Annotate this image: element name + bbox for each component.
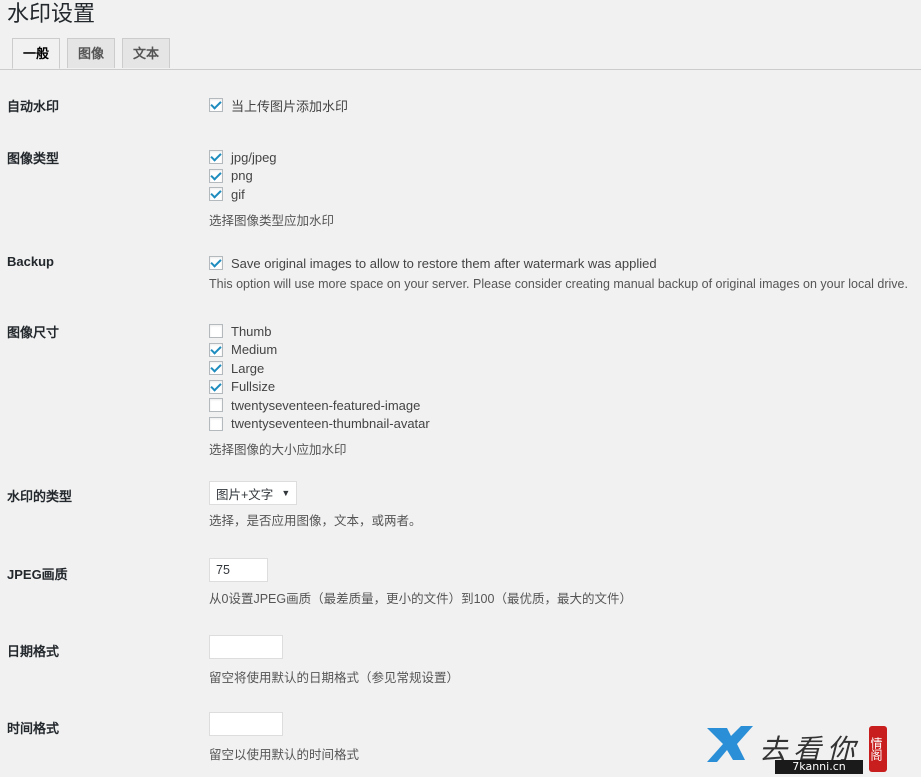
image-size-thumb-checkbox[interactable]	[209, 324, 223, 339]
backup-checkbox[interactable]	[209, 256, 223, 271]
image-size-option[interactable]: Thumb	[209, 322, 430, 341]
image-sizes-description: 选择图像的大小应加水印	[209, 443, 347, 457]
image-size-medium-checkbox[interactable]	[209, 342, 223, 357]
image-type-png-checkbox[interactable]	[209, 168, 223, 183]
backup-description: This option will use more space on your …	[209, 276, 908, 291]
watermark-type-description: 选择，是否应用图像，文本，或两者。	[209, 514, 422, 528]
jpeg-quality-description: 从0设置JPEG画质（最差质量，更小的文件）到100（最优质，最大的文件）	[209, 592, 632, 606]
image-type-option[interactable]: png	[209, 167, 334, 186]
tab-general[interactable]: 一般	[12, 38, 61, 69]
tab-image[interactable]: 图像	[67, 38, 116, 68]
image-size-option-label: Large	[231, 360, 265, 376]
image-size-option-label: twentyseventeen-featured-image	[231, 397, 421, 413]
image-size-featured-checkbox[interactable]	[209, 398, 223, 413]
date-format-label: 日期格式	[7, 644, 60, 659]
date-format-input[interactable]	[209, 635, 283, 659]
image-type-option-label: gif	[231, 186, 245, 202]
image-size-option[interactable]: Medium	[209, 341, 430, 360]
logo-url: 7kanni.cn	[775, 760, 863, 774]
backup-option-label: Save original images to allow to restore…	[231, 255, 657, 271]
watermark-type-field: 图片+文字 ▼ 选择，是否应用图像，文本，或两者。	[209, 481, 422, 529]
dropdown-arrow-icon: ▼	[281, 488, 291, 498]
jpeg-quality-label: JPEG画质	[7, 567, 68, 582]
auto-watermark-option-label: 当上传图片添加水印	[231, 98, 349, 114]
auto-watermark-label: 自动水印	[7, 99, 60, 114]
image-type-option[interactable]: jpg/jpeg	[209, 148, 334, 167]
image-type-option[interactable]: gif	[209, 185, 334, 204]
auto-watermark-option[interactable]: 当上传图片添加水印	[209, 96, 348, 115]
watermark-type-select[interactable]: 图片+文字 ▼	[209, 481, 298, 505]
site-watermark-logo: 去看你 7kanni.cn 情阁	[705, 724, 895, 774]
backup-field: Save original images to allow to restore…	[209, 254, 908, 291]
image-size-option[interactable]: twentyseventeen-featured-image	[209, 396, 430, 415]
jpeg-quality-field: 75 从0设置JPEG画质（最差质量，更小的文件）到100（最优质，最大的文件）	[209, 558, 632, 607]
watermark-type-selected: 图片+文字	[216, 487, 274, 502]
image-size-option-label: Fullsize	[231, 379, 276, 395]
image-size-avatar-checkbox[interactable]	[209, 416, 223, 431]
backup-label: Backup	[7, 254, 54, 269]
time-format-description: 留空以使用默认的时间格式	[209, 748, 360, 762]
date-format-field: 留空将使用默认的日期格式（参见常规设置）	[209, 635, 459, 686]
image-size-option[interactable]: Fullsize	[209, 378, 430, 397]
image-size-option[interactable]: Large	[209, 359, 430, 378]
date-format-description: 留空将使用默认的日期格式（参见常规设置）	[209, 671, 460, 685]
logo-stamp: 情阁	[869, 726, 887, 772]
image-sizes-field: Thumb Medium Large Fullsize twentysevent…	[209, 322, 430, 458]
page-title: 水印设置	[7, 1, 96, 26]
image-size-large-checkbox[interactable]	[209, 361, 223, 376]
image-sizes-label: 图像尺寸	[7, 325, 60, 340]
image-size-option[interactable]: twentyseventeen-thumbnail-avatar	[209, 415, 430, 434]
auto-watermark-field: 当上传图片添加水印	[209, 96, 348, 115]
tab-bar: 一般 图像 文本	[12, 38, 171, 69]
image-size-option-label: twentyseventeen-thumbnail-avatar	[231, 416, 430, 432]
tab-divider	[0, 69, 921, 70]
backup-option[interactable]: Save original images to allow to restore…	[209, 254, 908, 273]
image-type-option-label: png	[231, 168, 253, 184]
image-type-jpg-checkbox[interactable]	[209, 150, 223, 165]
image-types-field: jpg/jpeg png gif 选择图像类型应加水印	[209, 148, 334, 229]
time-format-field: 留空以使用默认的时间格式	[209, 712, 359, 763]
image-types-label: 图像类型	[7, 151, 60, 166]
jpeg-quality-input[interactable]: 75	[209, 558, 268, 582]
watermark-type-label: 水印的类型	[7, 489, 73, 504]
image-types-description: 选择图像类型应加水印	[209, 213, 335, 228]
time-format-input[interactable]	[209, 712, 283, 736]
auto-watermark-checkbox[interactable]	[209, 98, 223, 113]
image-size-option-label: Thumb	[231, 323, 272, 339]
image-size-option-label: Medium	[231, 342, 278, 358]
image-type-gif-checkbox[interactable]	[209, 187, 223, 202]
image-size-fullsize-checkbox[interactable]	[209, 379, 223, 394]
image-type-option-label: jpg/jpeg	[231, 149, 277, 165]
time-format-label: 时间格式	[7, 721, 60, 736]
tab-text[interactable]: 文本	[122, 38, 171, 68]
